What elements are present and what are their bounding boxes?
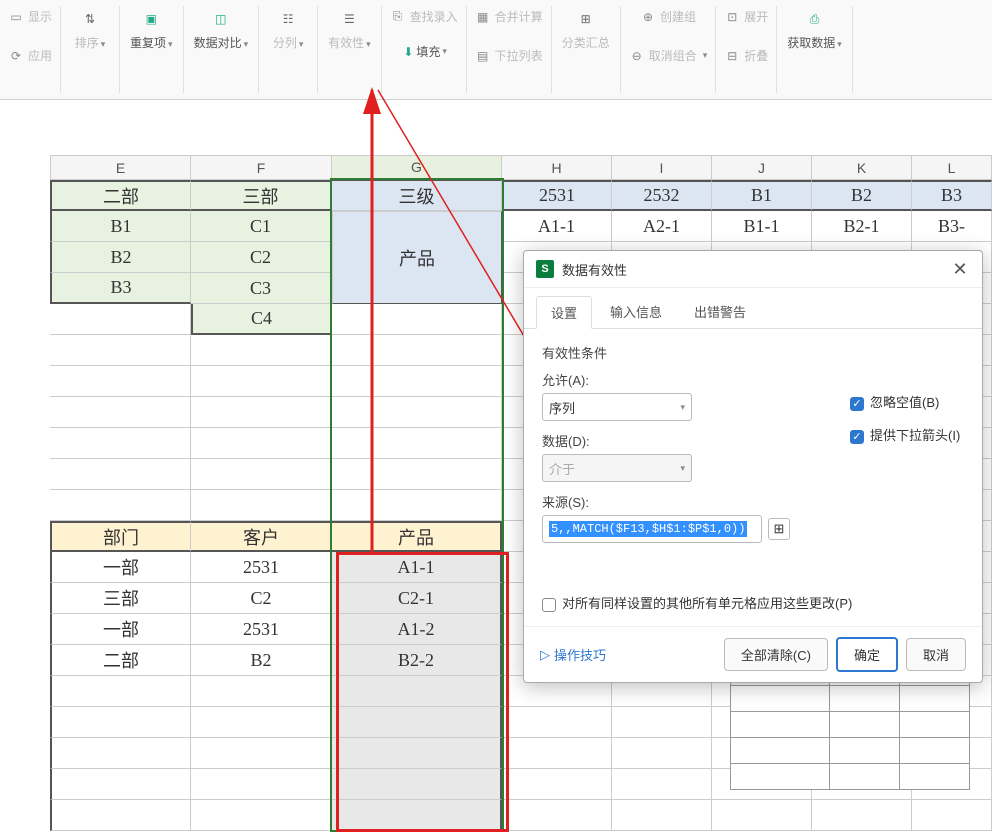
cell[interactable]: 2531 <box>502 180 612 211</box>
data-validation-dialog: S 数据有效性 ✕ 设置 输入信息 出错警告 有效性条件 允许(A): 序列▾ … <box>523 250 983 683</box>
data-select: 介于▾ <box>542 454 692 482</box>
cell[interactable]: 2531 <box>191 614 332 645</box>
source-input[interactable]: 5,,MATCH($F13,$H$1:$P$1,0)) <box>542 515 762 543</box>
range-picker-icon[interactable]: ⊞ <box>768 518 790 540</box>
cell[interactable]: B3 <box>912 180 992 211</box>
split-btn[interactable]: ☷ 分列▾ <box>263 6 313 53</box>
cell[interactable]: B3 <box>50 273 191 304</box>
col-J[interactable]: J <box>712 155 812 180</box>
apply-btn[interactable]: ⟳应用 <box>4 45 56 66</box>
expand-btn[interactable]: ⊡展开 <box>720 6 772 27</box>
cell[interactable]: 部门 <box>50 521 191 552</box>
col-H[interactable]: H <box>502 155 612 180</box>
cell[interactable]: C4 <box>191 304 332 335</box>
col-F[interactable]: F <box>191 155 332 180</box>
cell[interactable] <box>332 304 502 335</box>
ignore-blank-checkbox[interactable]: ✓忽略空值(B) <box>850 392 960 411</box>
tab-input-msg[interactable]: 输入信息 <box>596 296 676 328</box>
dropdown-btn[interactable]: ▤下拉列表 <box>471 45 547 66</box>
app-logo-icon: S <box>536 260 554 278</box>
cell[interactable]: A1-2 <box>332 614 502 645</box>
collapse-btn[interactable]: ⊟折叠 <box>720 45 772 66</box>
groupsum-icon: ⊞ <box>575 8 597 30</box>
dialog-titlebar: S 数据有效性 ✕ <box>524 251 982 288</box>
col-L[interactable]: L <box>912 155 992 180</box>
col-I[interactable]: I <box>612 155 712 180</box>
cell[interactable]: B1 <box>712 180 812 211</box>
cell[interactable]: 客户 <box>191 521 332 552</box>
col-K[interactable]: K <box>812 155 912 180</box>
cell[interactable]: B2 <box>191 645 332 676</box>
dialog-title: 数据有效性 <box>562 260 627 279</box>
fill-icon: ⬇ <box>400 44 416 60</box>
dup-icon: ▣ <box>140 8 162 30</box>
data-label: 数据(D): <box>542 431 790 450</box>
cell[interactable]: B2-2 <box>332 645 502 676</box>
validity-icon: ☰ <box>338 8 360 30</box>
cell[interactable]: B2 <box>50 242 191 273</box>
ungroup-btn[interactable]: ⊖取消组合▾ <box>625 45 712 66</box>
cell[interactable]: 一部 <box>50 614 191 645</box>
source-label: 来源(S): <box>542 492 790 511</box>
cell[interactable]: 二部 <box>50 180 191 211</box>
tab-error-alert[interactable]: 出错警告 <box>680 296 760 328</box>
section-label: 有效性条件 <box>542 343 964 362</box>
cancel-button[interactable]: 取消 <box>906 638 966 671</box>
display-btn[interactable]: ▭显示 <box>4 6 56 27</box>
sort-icon: ⇅ <box>79 8 101 30</box>
tips-link[interactable]: ▷操作技巧 <box>540 645 606 664</box>
merge-btn[interactable]: ▦合并计算 <box>471 6 547 27</box>
cell[interactable]: 2531 <box>191 552 332 583</box>
col-E[interactable]: E <box>50 155 191 180</box>
column-headers: E F G H I J K L <box>50 155 992 180</box>
getdata-icon: ⎙ <box>804 8 826 30</box>
fill-btn[interactable]: ⬇ 填充▾ <box>394 41 453 62</box>
apply-all-checkbox[interactable]: 对所有同样设置的其他所有单元格应用这些更改(P) <box>542 593 964 612</box>
getdata-btn[interactable]: ⎙ 获取数据▾ <box>781 6 848 53</box>
create-group-btn[interactable]: ⊕创建组 <box>636 6 700 27</box>
cell[interactable]: C2-1 <box>332 583 502 614</box>
validity-btn[interactable]: ☰ 有效性▾ <box>322 6 377 53</box>
cell[interactable]: A2-1 <box>612 211 712 242</box>
tab-settings[interactable]: 设置 <box>536 296 592 329</box>
compare-icon: ◫ <box>210 8 232 30</box>
cell[interactable]: 三级 <box>332 180 502 211</box>
close-button[interactable]: ✕ <box>950 259 970 279</box>
merged-cell[interactable]: 产品 <box>332 211 502 304</box>
clear-button[interactable]: 全部清除(C) <box>724 638 828 671</box>
cell[interactable]: C3 <box>191 273 332 304</box>
cell[interactable]: C2 <box>191 242 332 273</box>
cell[interactable]: 三部 <box>191 180 332 211</box>
compare-btn[interactable]: ◫ 数据对比▾ <box>188 6 255 53</box>
cell[interactable]: B2-1 <box>812 211 912 242</box>
cell[interactable] <box>50 304 191 335</box>
allow-select[interactable]: 序列▾ <box>542 393 692 421</box>
cell[interactable]: B2 <box>812 180 912 211</box>
cell[interactable]: 产品 <box>332 521 502 552</box>
ok-button[interactable]: 确定 <box>836 637 898 672</box>
col-G[interactable]: G <box>332 155 502 180</box>
cell[interactable]: 2532 <box>612 180 712 211</box>
cell[interactable]: A1-1 <box>332 552 502 583</box>
cell[interactable]: C1 <box>191 211 332 242</box>
groupsum-btn[interactable]: ⊞ 分类汇总 <box>556 6 616 53</box>
findrec-btn[interactable]: ⎘查找录入 <box>386 6 462 27</box>
cell[interactable]: B3- <box>912 211 992 242</box>
sort-btn[interactable]: ⇅ 排序▾ <box>65 6 115 53</box>
cell[interactable]: 三部 <box>50 583 191 614</box>
cell[interactable]: C2 <box>191 583 332 614</box>
allow-label: 允许(A): <box>542 370 790 389</box>
ribbon: ▭显示 ⟳应用 ⇅ 排序▾ ▣ 重复项▾ ◫ 数据对比▾ ☷ 分列▾ ☰ 有效性… <box>0 0 992 100</box>
cell[interactable]: B1-1 <box>712 211 812 242</box>
cell[interactable]: 一部 <box>50 552 191 583</box>
cell[interactable]: 二部 <box>50 645 191 676</box>
cell[interactable]: A1-1 <box>502 211 612 242</box>
split-icon: ☷ <box>277 8 299 30</box>
cell[interactable]: B1 <box>50 211 191 242</box>
provide-dropdown-checkbox[interactable]: ✓提供下拉箭头(I) <box>850 425 960 444</box>
dup-btn[interactable]: ▣ 重复项▾ <box>124 6 179 53</box>
dialog-tabs: 设置 输入信息 出错警告 <box>524 288 982 329</box>
